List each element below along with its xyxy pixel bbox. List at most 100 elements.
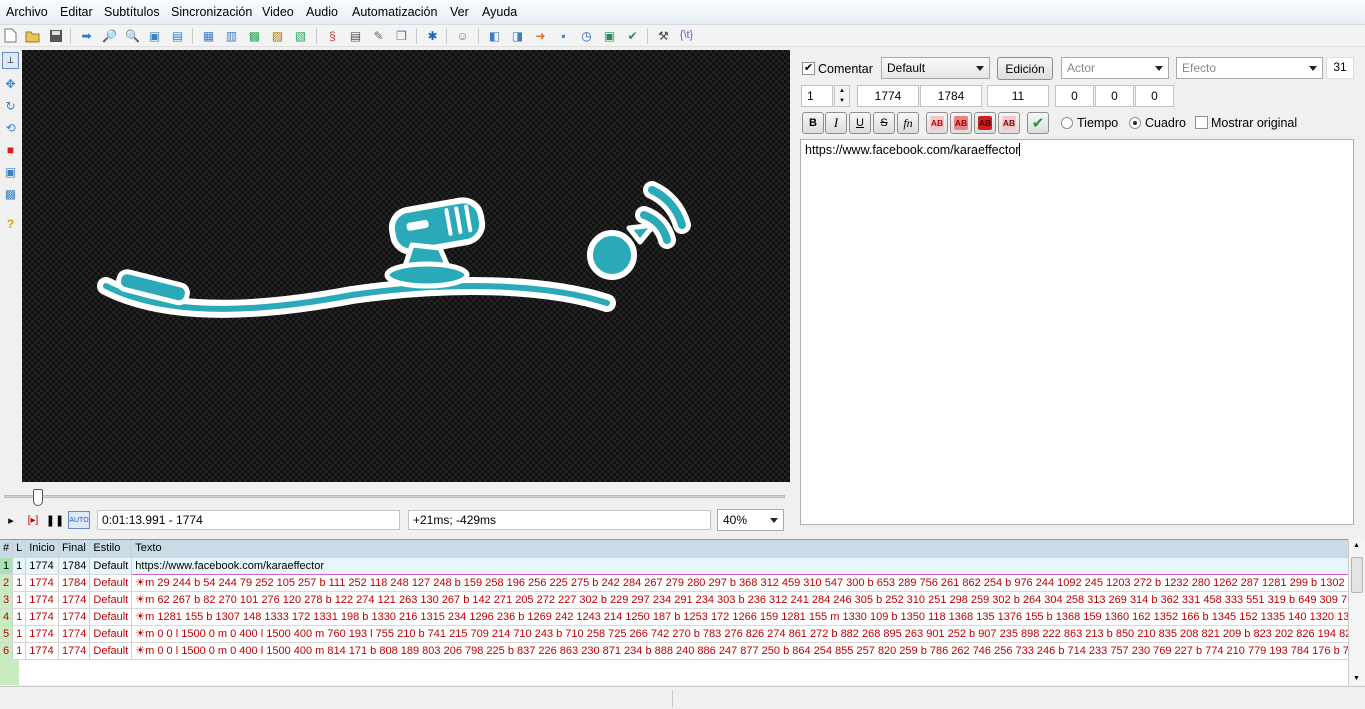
options-tools-icon[interactable]: ⚒: [655, 27, 672, 44]
table-row[interactable]: 3 1 1774 1774 Default ☀m 62 267 b 82 270 101 …: [0, 591, 1348, 609]
menu-automatizacion[interactable]: Automatización: [352, 5, 437, 19]
zoom-out-icon[interactable]: 🔍: [124, 27, 141, 44]
margin-vertical-input[interactable]: 0: [1135, 85, 1174, 107]
scroll-thumb[interactable]: [1351, 557, 1363, 593]
frame-radio[interactable]: [1129, 117, 1141, 129]
header-text[interactable]: Texto: [131, 540, 1348, 558]
start-frame-input[interactable]: 1774: [857, 85, 919, 107]
effect-select[interactable]: Efecto: [1176, 57, 1323, 79]
film-icon[interactable]: ▨: [269, 27, 286, 44]
drag-tool-icon[interactable]: ✥: [2, 75, 19, 92]
strikeout-button[interactable]: S: [873, 112, 895, 134]
time-radio[interactable]: [1061, 117, 1073, 129]
find-icon[interactable]: ▣: [146, 27, 163, 44]
fonts-collector-icon[interactable]: ▩: [246, 27, 263, 44]
seek-track[interactable]: [4, 495, 785, 498]
timer-icon[interactable]: ◷: [578, 27, 595, 44]
comment-checkbox[interactable]: ✔: [802, 62, 815, 75]
scale-tool-icon[interactable]: ■: [2, 141, 19, 158]
video-display[interactable]: [22, 50, 790, 482]
scroll-down-icon[interactable]: ▼: [1353, 675, 1360, 682]
show-original-checkbox[interactable]: [1195, 116, 1208, 129]
bold-button[interactable]: B: [802, 112, 824, 134]
snap-start-icon[interactable]: ◧: [486, 27, 503, 44]
resample-icon[interactable]: ▧: [292, 27, 309, 44]
margin-right-input[interactable]: 0: [1095, 85, 1134, 107]
menu-video[interactable]: Video: [262, 5, 294, 19]
time-display[interactable]: 0:01:13.991 - 1774: [97, 510, 400, 530]
rotate-xy-icon[interactable]: ⟲: [2, 119, 19, 136]
style-select[interactable]: Default: [881, 57, 990, 79]
shift-times-icon[interactable]: §: [324, 27, 341, 44]
rotate-z-icon[interactable]: ↻: [2, 97, 19, 114]
new-file-icon[interactable]: [2, 27, 19, 44]
notes-icon[interactable]: ▤: [347, 27, 364, 44]
spellcheck-icon[interactable]: ✔: [624, 27, 641, 44]
end-frame-input[interactable]: 1784: [920, 85, 982, 107]
menu-archivo[interactable]: Archivo: [6, 5, 48, 19]
header-layer[interactable]: L: [12, 540, 27, 558]
secondary-color-button[interactable]: AB: [950, 112, 972, 134]
header-style[interactable]: Estilo: [89, 540, 133, 558]
menu-subtitulos[interactable]: Subtítulos: [104, 5, 160, 19]
menu-ayuda[interactable]: Ayuda: [482, 5, 517, 19]
grid-scrollbar[interactable]: ▲ ▼: [1348, 539, 1365, 685]
table-row[interactable]: 1 1 1774 1784 Default https://www.facebook.co…: [0, 556, 1348, 575]
italic-button[interactable]: I: [825, 112, 847, 134]
next-line-icon[interactable]: ➜: [532, 27, 549, 44]
table-row[interactable]: 5 1 1774 1774 Default ☀m 0 0 l 1500 0 m 0 400…: [0, 625, 1348, 643]
actor-select[interactable]: Actor: [1061, 57, 1169, 79]
automation-icon[interactable]: ✱: [424, 27, 441, 44]
clip-vector-icon[interactable]: ▩: [2, 185, 19, 202]
margin-left-input[interactable]: 0: [1055, 85, 1094, 107]
tag-toggle-icon[interactable]: {\t}: [678, 27, 695, 44]
header-number[interactable]: #: [0, 540, 14, 558]
table-row[interactable]: 6 1 1774 1774 Default ☀m 0 0 l 1500 0 m 0 400…: [0, 642, 1348, 660]
outline-color-button[interactable]: AB: [974, 112, 996, 134]
scroll-up-icon[interactable]: ▲: [1353, 542, 1360, 549]
pencil-icon[interactable]: ✎: [370, 27, 387, 44]
attachments-icon[interactable]: ▥: [223, 27, 240, 44]
snap-end-icon[interactable]: ◨: [509, 27, 526, 44]
header-start[interactable]: Inicio: [25, 540, 59, 558]
properties-icon[interactable]: ▦: [200, 27, 217, 44]
open-folder-icon[interactable]: [24, 27, 41, 44]
primary-color-button[interactable]: AB: [926, 112, 948, 134]
pause-icon[interactable]: ❚❚: [46, 512, 64, 528]
play-icon[interactable]: ▸: [4, 512, 18, 528]
translation-icon[interactable]: ▣: [601, 27, 618, 44]
play-line-icon[interactable]: [▸]: [24, 512, 42, 528]
shadow-color-button[interactable]: AB: [998, 112, 1020, 134]
help-icon[interactable]: ?: [2, 215, 19, 232]
edit-style-button[interactable]: Edición: [997, 57, 1053, 80]
copy-icon[interactable]: ❐: [393, 27, 410, 44]
table-row[interactable]: 2 1 1774 1784 Default ☀m 29 244 b 54 244 79 2…: [0, 574, 1348, 592]
header-end[interactable]: Final: [58, 540, 91, 558]
zoom-select[interactable]: 40%: [717, 509, 784, 531]
layer-input[interactable]: 1: [801, 85, 833, 107]
frame-icon[interactable]: ▪: [555, 27, 572, 44]
zoom-in-icon[interactable]: 🔎: [101, 27, 118, 44]
replace-icon[interactable]: ▤: [169, 27, 186, 44]
underline-button[interactable]: U: [849, 112, 871, 134]
mascot-icon[interactable]: ☺: [454, 27, 471, 44]
standard-tool-icon[interactable]: ⊥: [2, 52, 19, 69]
duration-input[interactable]: 11: [987, 85, 1049, 107]
toolbar-separator: [192, 28, 193, 44]
menu-editar[interactable]: Editar: [60, 5, 93, 19]
auto-scroll-toggle[interactable]: AUTO: [68, 511, 90, 529]
menu-sincronizacion[interactable]: Sincronización: [171, 5, 252, 19]
char-count: 31: [1326, 57, 1354, 79]
clip-rect-icon[interactable]: ▣: [2, 163, 19, 180]
font-button[interactable]: fn: [897, 112, 919, 134]
jump-to-icon[interactable]: ➡: [78, 27, 95, 44]
commit-check-icon[interactable]: ✔: [1027, 112, 1049, 134]
save-icon[interactable]: [47, 27, 64, 44]
table-row[interactable]: 4 1 1774 1774 Default ☀m 1281 155 b 1307 148 …: [0, 608, 1348, 626]
layer-spinner[interactable]: ▲ ▼: [834, 85, 850, 107]
subtitle-text-area[interactable]: https://www.facebook.com/karaeffector: [800, 139, 1354, 525]
seek-thumb[interactable]: [33, 489, 43, 506]
menu-audio[interactable]: Audio: [306, 5, 338, 19]
video-seek-bar[interactable]: [4, 489, 785, 507]
menu-ver[interactable]: Ver: [450, 5, 469, 19]
